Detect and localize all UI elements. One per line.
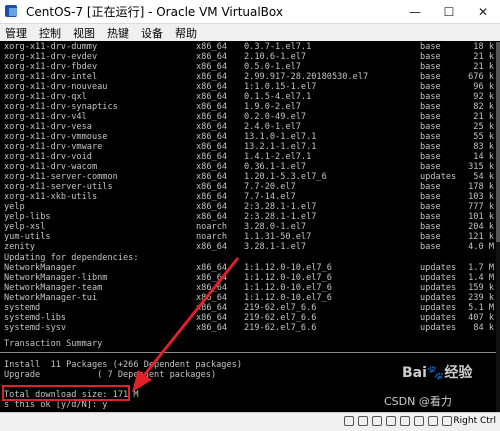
baidu-text: Bai xyxy=(402,365,427,381)
jingyan-text: 经验 xyxy=(444,365,473,381)
host-key-label: Right Ctrl xyxy=(453,416,496,426)
status-bar: Right Ctrl xyxy=(0,412,500,431)
optical-drive-icon[interactable] xyxy=(358,416,368,426)
audio-icon[interactable] xyxy=(372,416,382,426)
usb-icon[interactable] xyxy=(400,416,410,426)
network-icon[interactable] xyxy=(386,416,396,426)
shared-folder-icon[interactable] xyxy=(414,416,424,426)
watermark-baidu: Bai🐾经验 xyxy=(402,362,472,382)
hard-disk-icon[interactable] xyxy=(344,416,354,426)
watermark-csdn: CSDN @看力 xyxy=(384,395,452,408)
mouse-integration-icon[interactable] xyxy=(442,416,452,426)
status-icons xyxy=(340,416,452,426)
display-icon[interactable] xyxy=(428,416,438,426)
paw-icon: 🐾 xyxy=(426,365,445,381)
